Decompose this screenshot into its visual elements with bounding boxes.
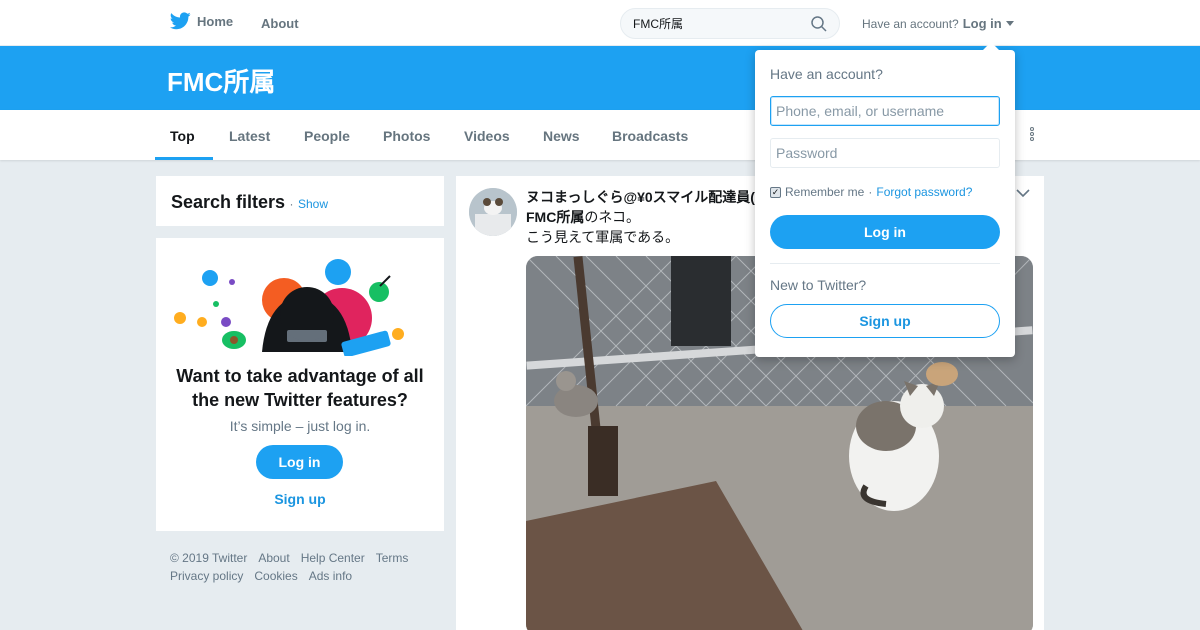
search-input[interactable]: FMC所属 — [620, 8, 840, 39]
home-link[interactable]: Home — [170, 12, 233, 30]
forgot-password-link[interactable]: Forgot password? — [876, 185, 972, 199]
dropdown-divider — [770, 263, 1000, 264]
account-prompt: Have an account? — [862, 16, 959, 31]
username-field[interactable] — [770, 96, 1000, 126]
caret-down-icon[interactable] — [1005, 20, 1014, 27]
footer-link-cookies[interactable]: Cookies — [254, 569, 297, 583]
avatar[interactable] — [469, 188, 517, 236]
tweet-text-line1: FMC所属のネコ。 — [526, 207, 640, 227]
tweet-text-line2: こう見えて軍属である。 — [526, 229, 680, 245]
login-dropdown: Have an account? ✓ Remember me · Forgot … — [755, 42, 1015, 357]
chevron-down-icon[interactable] — [1016, 188, 1030, 198]
promo-signup-link[interactable]: Sign up — [156, 491, 444, 507]
new-to-twitter-text: New to Twitter? — [770, 277, 867, 293]
about-link[interactable]: About — [261, 16, 299, 31]
show-filters-link[interactable]: Show — [298, 197, 328, 211]
tab-photos[interactable]: Photos — [368, 110, 445, 160]
login-button[interactable]: Log in — [770, 215, 1000, 249]
search-query-text: FMC所属 — [633, 17, 683, 31]
promo-subtext: It’s simple – just log in. — [229, 418, 371, 434]
footer-copyright: © 2019 Twitter — [170, 551, 248, 565]
footer-link-about[interactable]: About — [258, 551, 289, 565]
footer-link-help-center[interactable]: Help Center — [301, 551, 365, 565]
tab-people[interactable]: People — [289, 110, 365, 160]
login-promo-card: Want to take advantage of all the new Tw… — [156, 238, 444, 531]
more-dots-icon[interactable] — [1026, 126, 1038, 144]
footer-links: © 2019 Twitter About Help Center Terms Priv… — [170, 549, 430, 585]
tab-latest[interactable]: Latest — [214, 110, 285, 160]
tab-news[interactable]: News — [528, 110, 595, 160]
tweet-author-name[interactable]: ヌコまっしぐら@¥0スマイル配達員( — [526, 187, 755, 207]
tab-videos[interactable]: Videos — [449, 110, 525, 160]
tweet-hashtag[interactable]: FMC所属 — [526, 209, 584, 225]
account-menu: Have an account? Log in — [862, 16, 1014, 31]
remember-me-label[interactable]: Remember me — [785, 185, 864, 199]
top-navigation-bar: Home About FMC所属 Have an account? Log in — [0, 0, 1200, 46]
remember-separator: · — [868, 185, 873, 199]
search-banner: FMC所属 — [0, 46, 1200, 110]
footer-link-ads-info[interactable]: Ads info — [309, 569, 352, 583]
remember-me-row: ✓ Remember me · Forgot password? — [770, 185, 972, 199]
filters-separator: · — [289, 197, 294, 211]
search-icon[interactable] — [811, 15, 827, 32]
tweet-text-rest: のネコ。 — [584, 209, 641, 225]
home-label: Home — [197, 13, 234, 29]
remember-me-checkbox[interactable]: ✓ — [770, 186, 781, 198]
page-title: FMC所属 — [167, 67, 276, 97]
promo-login-button[interactable]: Log in — [256, 445, 343, 479]
footer-link-terms[interactable]: Terms — [376, 551, 409, 565]
promo-illustration — [174, 259, 404, 356]
search-filters-card: Search filters · Show — [156, 176, 444, 226]
search-filters-title: Search filters — [171, 192, 286, 212]
twitter-bird-icon — [170, 12, 191, 30]
login-dropdown-toggle[interactable]: Log in — [963, 16, 1002, 31]
search-tabs: Top Latest People Photos Videos News Bro… — [0, 110, 1200, 160]
password-field[interactable] — [770, 138, 1000, 168]
dropdown-title: Have an account? — [770, 66, 883, 82]
promo-heading: Want to take advantage of all the new Tw… — [176, 366, 424, 410]
tab-broadcasts[interactable]: Broadcasts — [597, 110, 703, 160]
signup-button[interactable]: Sign up — [770, 304, 1000, 338]
tab-top[interactable]: Top — [155, 110, 213, 160]
footer-link-privacy[interactable]: Privacy policy — [170, 569, 243, 583]
